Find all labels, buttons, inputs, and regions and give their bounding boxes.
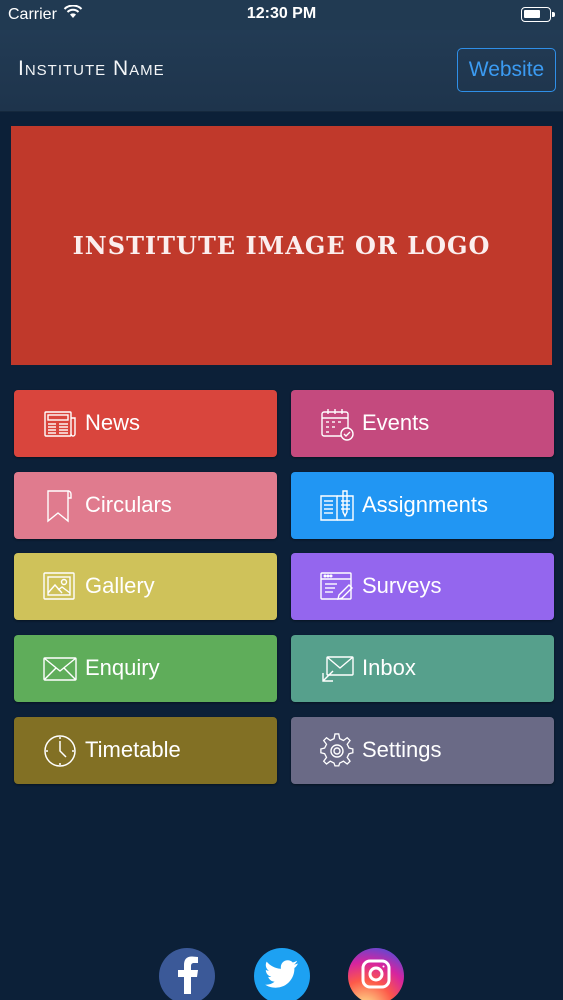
enquiry-label: Enquiry bbox=[85, 655, 160, 680]
twitter-icon bbox=[265, 959, 299, 993]
instagram-icon bbox=[360, 958, 392, 995]
enquiry-tile[interactable]: Enquiry bbox=[14, 635, 277, 702]
news-label: News bbox=[85, 410, 141, 435]
twitter-button[interactable] bbox=[254, 948, 310, 1000]
events-tile[interactable]: Events bbox=[291, 390, 554, 457]
website-button[interactable]: Website bbox=[457, 48, 556, 92]
circulars-tile[interactable]: Circulars bbox=[14, 472, 277, 539]
status-time: 12:30 PM bbox=[246, 5, 317, 22]
news-tile[interactable]: News bbox=[14, 390, 277, 457]
surveys-tile[interactable]: Surveys bbox=[291, 553, 554, 620]
assignments-tile[interactable]: Assignments bbox=[291, 472, 554, 539]
institute-banner: INSTITUTE IMAGE OR LOGO bbox=[11, 126, 552, 365]
battery-icon bbox=[521, 7, 555, 22]
newspaper-icon bbox=[42, 406, 78, 442]
envelope-icon bbox=[42, 651, 78, 687]
gallery-tile[interactable]: Gallery bbox=[14, 553, 277, 620]
facebook-button[interactable] bbox=[159, 948, 215, 1000]
page-title: Institute Name bbox=[18, 57, 165, 80]
status-bar: Carrier 12:30 PM bbox=[0, 0, 563, 30]
circulars-label: Circulars bbox=[85, 492, 172, 517]
timetable-tile[interactable]: Timetable bbox=[14, 717, 277, 784]
gallery-label: Gallery bbox=[85, 573, 155, 598]
inbox-mail-icon bbox=[319, 651, 355, 687]
instagram-button[interactable] bbox=[348, 948, 404, 1000]
surveys-label: Surveys bbox=[362, 573, 442, 598]
settings-label: Settings bbox=[362, 737, 442, 762]
settings-tile[interactable]: Settings bbox=[291, 717, 554, 784]
facebook-icon bbox=[173, 954, 201, 999]
clock-icon bbox=[42, 733, 78, 769]
timetable-label: Timetable bbox=[85, 737, 181, 762]
events-label: Events bbox=[362, 410, 430, 435]
banner-text: INSTITUTE IMAGE OR LOGO bbox=[72, 231, 491, 260]
image-icon bbox=[42, 569, 78, 605]
book-pen-icon bbox=[319, 488, 355, 524]
nav-bar: Institute Name Website bbox=[0, 30, 563, 112]
inbox-tile[interactable]: Inbox bbox=[291, 635, 554, 702]
form-pen-icon bbox=[319, 569, 355, 605]
assignments-label: Assignments bbox=[362, 492, 488, 517]
inbox-label: Inbox bbox=[362, 655, 416, 680]
gear-icon bbox=[319, 733, 355, 769]
bookmark-icon bbox=[42, 488, 78, 524]
calendar-icon bbox=[319, 406, 355, 442]
